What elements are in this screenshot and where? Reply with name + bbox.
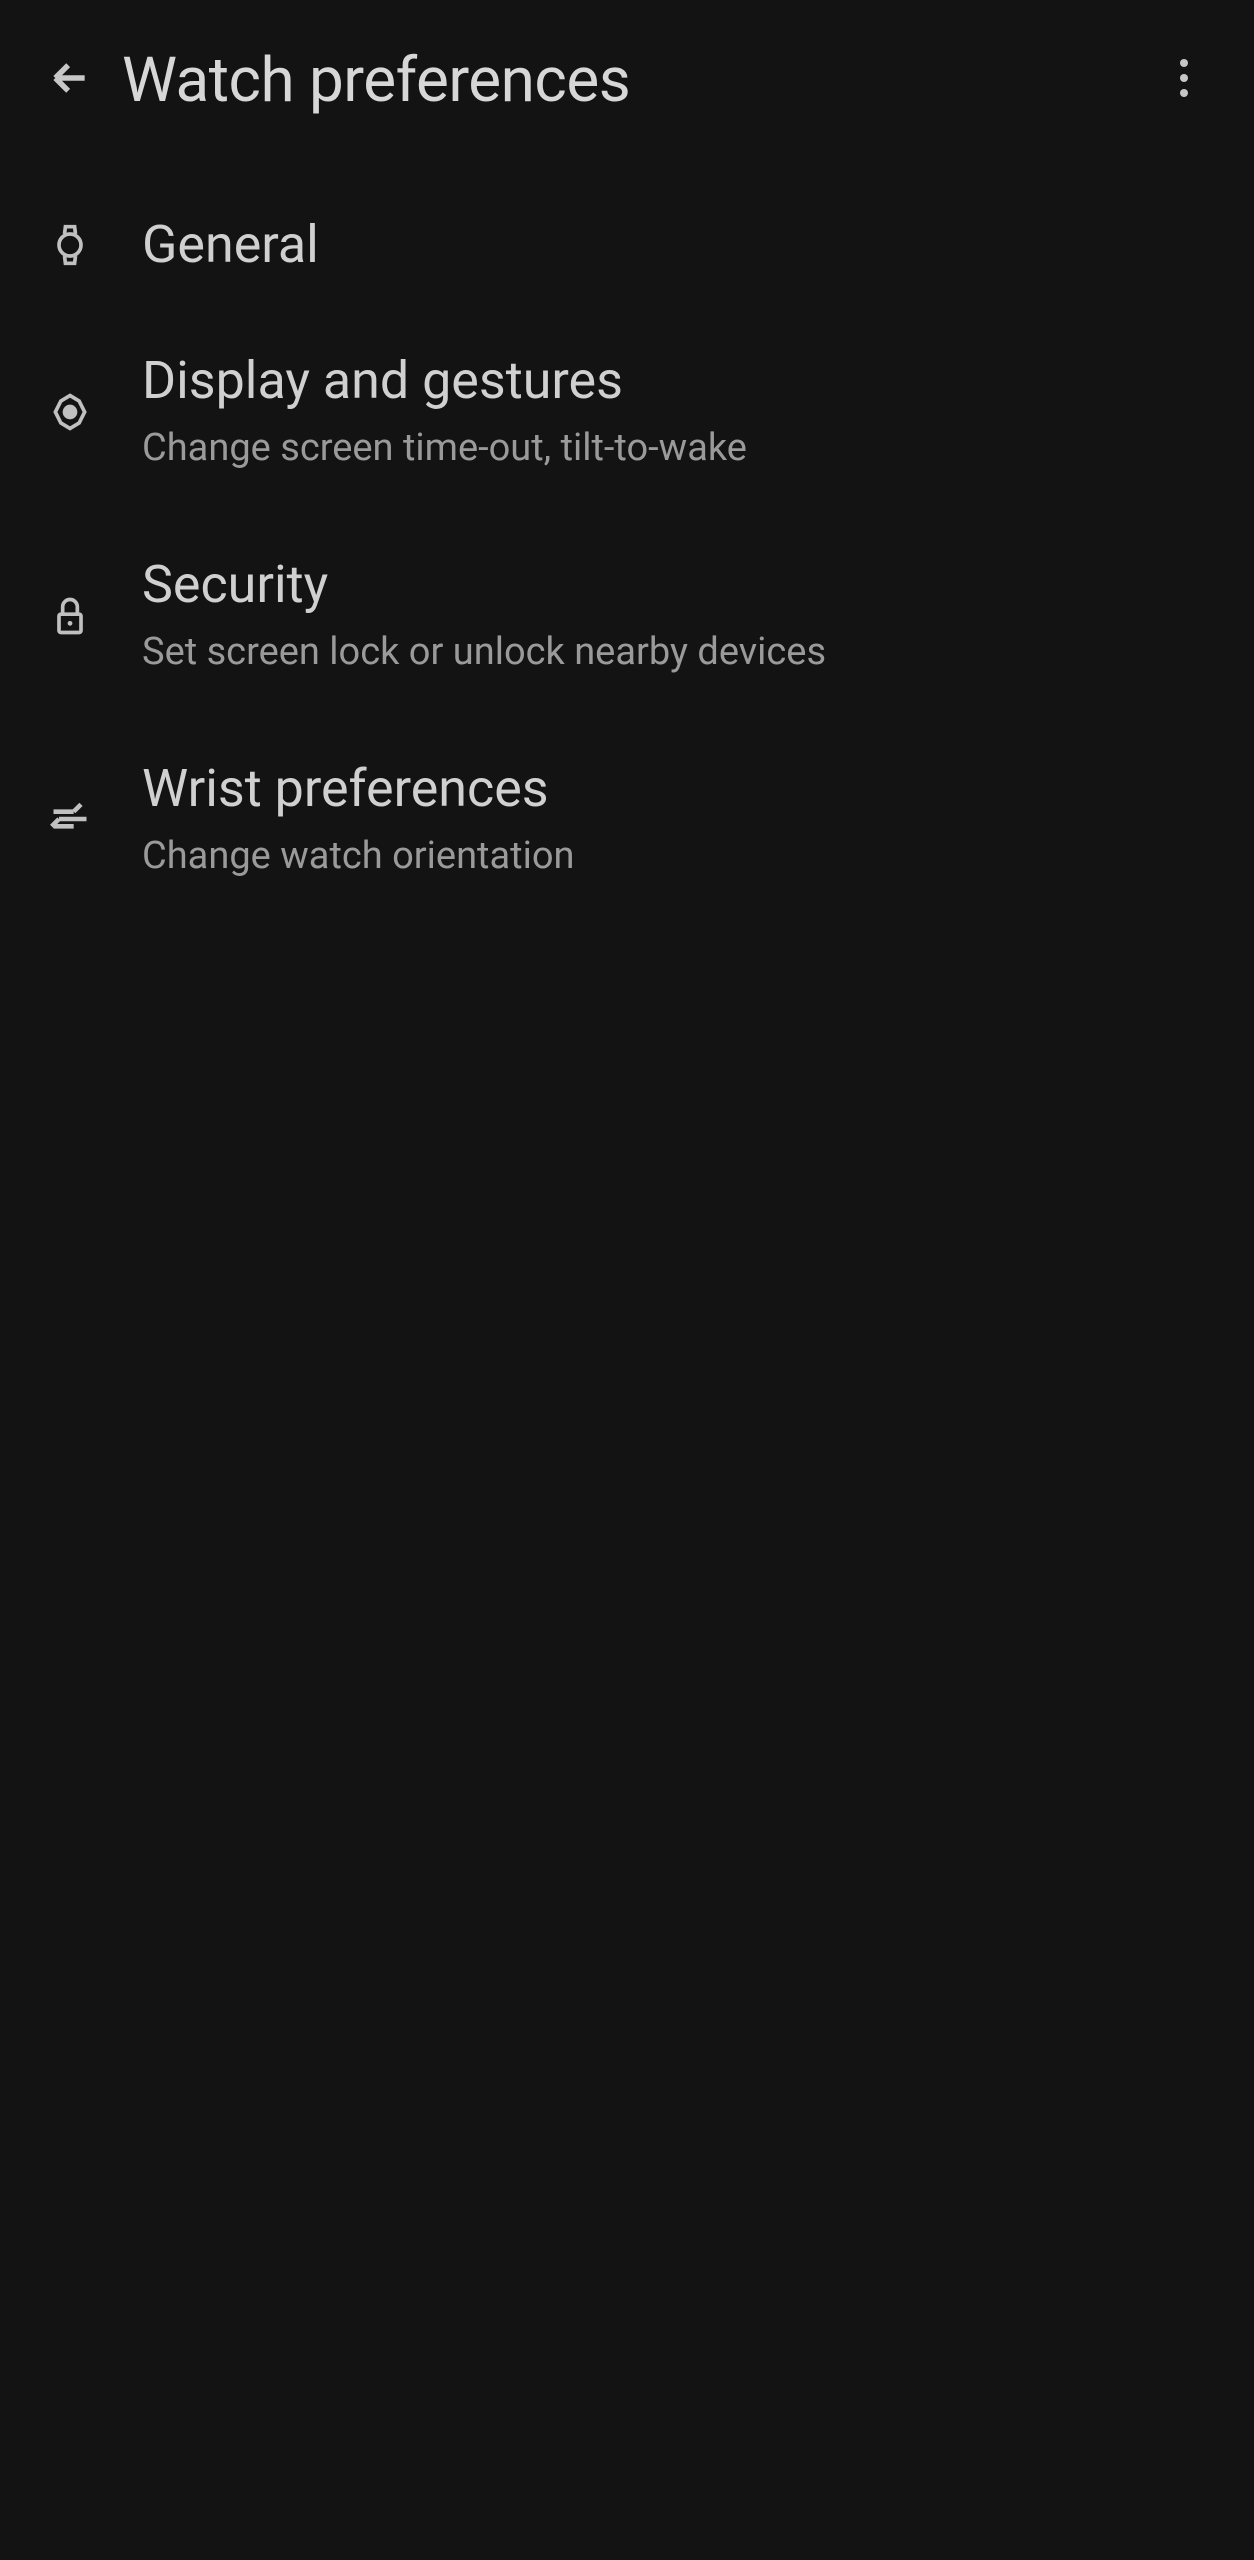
brightness-icon [30, 390, 110, 434]
app-header: Watch preferences [0, 0, 1254, 160]
list-item-security[interactable]: Security Set screen lock or unlock nearb… [0, 514, 1254, 718]
page-title: Watch preferences [122, 44, 630, 117]
item-title: Wrist preferences [142, 758, 575, 820]
item-subtitle: Change watch orientation [142, 832, 575, 881]
list-item-display-gestures[interactable]: Display and gestures Change screen time-… [0, 310, 1254, 514]
item-text: General [142, 214, 319, 276]
back-arrow-icon [48, 56, 92, 104]
item-title: Security [142, 554, 826, 616]
item-subtitle: Change screen time-out, tilt-to-wake [142, 424, 747, 473]
item-text: Wrist preferences Change watch orientati… [142, 758, 575, 882]
list-item-wrist-preferences[interactable]: Wrist preferences Change watch orientati… [0, 718, 1254, 922]
item-text: Display and gestures Change screen time-… [142, 350, 747, 474]
item-title: General [142, 214, 319, 276]
item-text: Security Set screen lock or unlock nearb… [142, 554, 826, 678]
wrist-icon [30, 797, 110, 841]
lock-icon [30, 594, 110, 638]
more-options-button[interactable] [1154, 50, 1214, 110]
watch-icon [30, 223, 110, 267]
list-item-general[interactable]: General [0, 180, 1254, 310]
item-subtitle: Set screen lock or unlock nearby devices [142, 628, 826, 677]
more-vertical-icon [1179, 58, 1189, 102]
item-title: Display and gestures [142, 350, 747, 412]
preferences-list: General Display and gestures Change scre… [0, 160, 1254, 921]
back-button[interactable] [30, 40, 110, 120]
